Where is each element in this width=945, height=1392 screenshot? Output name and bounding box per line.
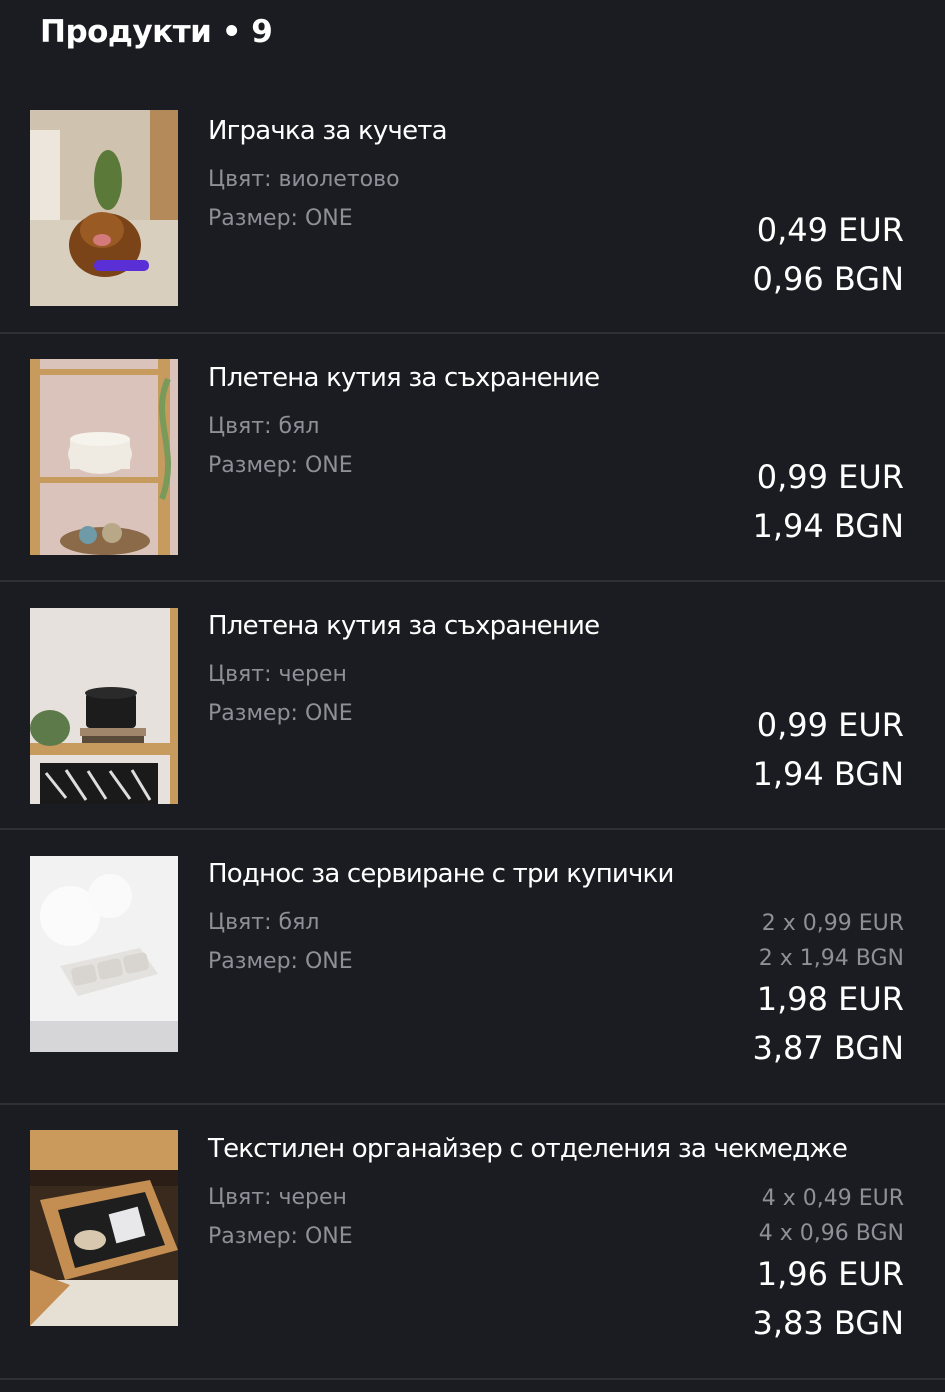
product-color: Цвят: бял [208,910,320,935]
unit-price-bgn: 2 x 1,94 BGN [758,946,904,971]
black-basket-photo-icon [30,608,178,804]
drawer-organizer-photo-icon [30,1130,178,1326]
price-eur: 1,98 EUR [756,980,904,1018]
white-basket-photo-icon [30,359,178,555]
price-eur: 0,99 EUR [756,706,904,744]
product-title[interactable]: Текстилен органайзер с отделения за чекм… [208,1134,848,1164]
price-bgn: 1,94 BGN [752,755,904,793]
products-header: Продукти • 9 [40,14,273,50]
product-image[interactable] [30,608,178,804]
price-eur: 0,99 EUR [756,458,904,496]
price-eur: 1,96 EUR [756,1255,904,1293]
price-bgn: 3,87 BGN [752,1029,904,1067]
product-item[interactable]: Поднос за сервиране с три купички Цвят: … [0,830,945,1105]
product-title[interactable]: Плетена кутия за съхранение [208,611,600,641]
dog-toy-photo-icon [30,110,178,306]
product-title[interactable]: Плетена кутия за съхранение [208,363,600,393]
product-image[interactable] [30,110,178,306]
unit-price-bgn: 4 x 0,96 BGN [758,1221,904,1246]
product-item[interactable]: Текстилен органайзер с отделения за чекм… [0,1105,945,1380]
price-bgn: 1,94 BGN [752,507,904,545]
product-image[interactable] [30,1130,178,1326]
price-bgn: 0,96 BGN [752,260,904,298]
unit-price-eur: 2 x 0,99 EUR [761,911,904,936]
product-color: Цвят: бял [208,414,320,439]
product-item[interactable]: Играчка за кучета Цвят: виолетово Размер… [0,87,945,334]
product-color: Цвят: виолетово [208,167,400,192]
product-size: Размер: ONE [208,701,353,726]
product-color: Цвят: черен [208,662,347,687]
product-image[interactable] [30,359,178,555]
product-image[interactable] [30,856,178,1052]
serving-tray-photo-icon [30,856,178,1052]
product-size: Размер: ONE [208,1224,353,1249]
product-size: Размер: ONE [208,453,353,478]
unit-price-eur: 4 x 0,49 EUR [761,1186,904,1211]
product-color: Цвят: черен [208,1185,347,1210]
product-item[interactable]: Плетена кутия за съхранение Цвят: бял Ра… [0,334,945,582]
price-bgn: 3,83 BGN [752,1304,904,1342]
price-eur: 0,49 EUR [756,211,904,249]
product-title[interactable]: Поднос за сервиране с три купички [208,859,674,889]
product-title[interactable]: Играчка за кучета [208,116,448,146]
product-item[interactable]: Плетена кутия за съхранение Цвят: черен … [0,582,945,830]
product-size: Размер: ONE [208,949,353,974]
product-size: Размер: ONE [208,206,353,231]
